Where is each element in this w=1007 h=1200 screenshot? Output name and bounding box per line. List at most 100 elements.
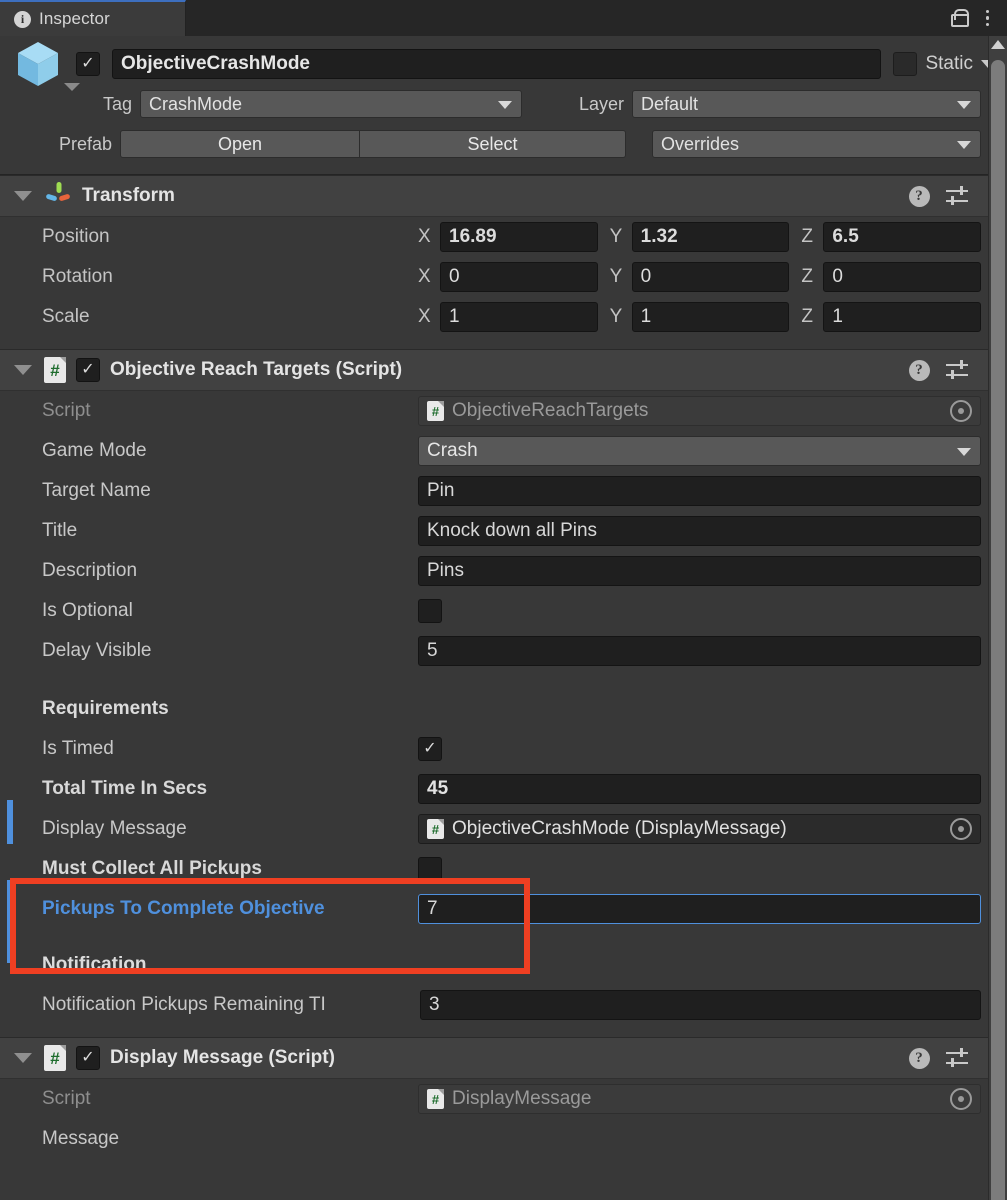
display-message-script-title: Display Message (Script) <box>110 1047 335 1068</box>
requirements-header: Requirements <box>42 698 169 719</box>
info-icon: i <box>14 10 31 28</box>
row-target-name: Target Name Pin <box>0 471 1007 511</box>
object-picker-icon[interactable] <box>950 1088 972 1110</box>
component-header-display-message[interactable]: # ✓ Display Message (Script) ? <box>0 1037 1007 1079</box>
target-name-label: Target Name <box>42 480 151 501</box>
gameobject-icon-wrap[interactable] <box>0 40 80 91</box>
objective-script-enabled-checkbox[interactable]: ✓ <box>76 358 100 382</box>
display-message-script-enabled-checkbox[interactable]: ✓ <box>76 1046 100 1070</box>
scale-x-input[interactable]: 1 <box>440 302 598 332</box>
display-message-header-actions: ? <box>908 1047 996 1069</box>
position-x-input[interactable]: 16.89 <box>440 222 598 252</box>
script-value: ObjectiveReachTargets <box>452 400 649 421</box>
transform-position-row: Position X 16.89 Y 1.32 Z 6.5 <box>0 217 1007 257</box>
row-is-timed: Is Timed ✓ <box>0 729 1007 769</box>
tab-inspector[interactable]: i Inspector <box>0 0 186 36</box>
rotation-y-input[interactable]: 0 <box>631 262 790 292</box>
target-name-input[interactable]: Pin <box>418 476 981 506</box>
layer-label: Layer <box>578 93 624 114</box>
cube-icon <box>15 40 61 88</box>
csharp-script-icon: # <box>44 357 66 383</box>
total-time-input[interactable]: 45 <box>418 774 981 804</box>
scrollbar-thumb[interactable] <box>991 60 1005 1200</box>
foldout-triangle-icon[interactable] <box>14 1053 32 1063</box>
position-y-input[interactable]: 1.32 <box>631 222 790 252</box>
lock-icon[interactable] <box>950 9 969 27</box>
row-is-optional: Is Optional ✓ <box>0 591 1007 631</box>
game-mode-label: Game Mode <box>42 440 147 461</box>
gameobject-enabled-checkbox[interactable]: ✓ <box>76 52 100 76</box>
transform-scale-row: Scale X 1 Y 1 Z 1 <box>0 297 1007 337</box>
must-collect-label: Must Collect All Pickups <box>42 858 262 879</box>
prefab-overrides-value: Overrides <box>661 133 740 154</box>
prefab-open-button[interactable]: Open <box>120 130 360 158</box>
object-picker-icon[interactable] <box>950 818 972 840</box>
delay-visible-input[interactable]: 5 <box>418 636 981 666</box>
description-label: Description <box>42 560 138 581</box>
gameobject-name-field[interactable]: ObjectiveCrashMode <box>112 49 882 79</box>
position-z-input[interactable]: 6.5 <box>823 222 982 252</box>
scale-y-input[interactable]: 1 <box>631 302 790 332</box>
csharp-script-icon: # <box>427 1089 444 1109</box>
row-title: Title Knock down all Pins <box>0 511 1007 551</box>
axis-x-label: X <box>418 306 431 327</box>
scroll-up-arrow-icon[interactable] <box>991 40 1005 49</box>
row-delay-visible: Delay Visible 5 <box>0 631 1007 671</box>
notification-pickups-input[interactable]: 3 <box>420 990 981 1020</box>
preset-settings-icon[interactable] <box>945 1048 968 1068</box>
pickups-to-complete-input[interactable]: 7 <box>418 894 981 924</box>
display-message-script-objectfield: # DisplayMessage <box>418 1084 981 1114</box>
description-input[interactable]: Pins <box>418 556 981 586</box>
kebab-menu-icon[interactable] <box>982 8 994 29</box>
chevron-down-icon[interactable] <box>64 83 80 91</box>
vertical-scrollbar[interactable] <box>988 36 1007 1200</box>
axis-z-label: Z <box>801 226 813 247</box>
preset-settings-icon[interactable] <box>945 186 968 206</box>
display-message-body: Script # DisplayMessage Message <box>0 1079 1007 1159</box>
chevron-down-icon <box>957 141 971 149</box>
transform-body: Position X 16.89 Y 1.32 Z 6.5 Rotation X… <box>0 217 1007 349</box>
title-input[interactable]: Knock down all Pins <box>418 516 981 546</box>
row-pickups-to-complete: Pickups To Complete Objective 7 <box>0 889 1007 929</box>
delay-visible-label: Delay Visible <box>42 640 152 661</box>
tag-label: Tag <box>102 93 132 114</box>
help-icon[interactable]: ? <box>908 185 930 207</box>
must-collect-checkbox[interactable]: ✓ <box>418 857 442 881</box>
tag-dropdown[interactable]: CrashMode <box>140 90 522 118</box>
preset-settings-icon[interactable] <box>945 360 968 380</box>
csharp-script-icon: # <box>44 1045 66 1071</box>
chevron-down-icon <box>957 448 971 456</box>
notification-header: Notification <box>42 954 147 975</box>
axis-x-label: X <box>418 266 431 287</box>
prefab-override-marker <box>7 800 13 844</box>
game-mode-dropdown[interactable]: Crash <box>418 436 981 466</box>
component-header-transform[interactable]: Transform ? <box>0 175 1007 217</box>
prefab-select-button[interactable]: Select <box>360 130 626 158</box>
foldout-triangle-icon[interactable] <box>14 365 32 375</box>
transform-axis-icon <box>44 180 72 213</box>
row-display-message-script: Script # DisplayMessage <box>0 1079 1007 1119</box>
prefab-overrides-dropdown[interactable]: Overrides <box>652 130 981 158</box>
gameobject-name-value: ObjectiveCrashMode <box>121 53 310 74</box>
foldout-triangle-icon[interactable] <box>14 191 32 201</box>
row-game-mode: Game Mode Crash <box>0 431 1007 471</box>
help-icon[interactable]: ? <box>908 1047 930 1069</box>
display-message-objectfield[interactable]: # ObjectiveCrashMode (DisplayMessage) <box>418 814 981 844</box>
axis-z-label: Z <box>801 306 813 327</box>
layer-dropdown[interactable]: Default <box>632 90 981 118</box>
help-icon[interactable]: ? <box>908 359 930 381</box>
is-optional-checkbox[interactable]: ✓ <box>418 599 442 623</box>
row-script: Script # ObjectiveReachTargets <box>0 391 1007 431</box>
component-header-objective-reach-targets[interactable]: # ✓ Objective Reach Targets (Script) ? <box>0 349 1007 391</box>
scale-z-input[interactable]: 1 <box>823 302 982 332</box>
row-message: Message <box>0 1119 1007 1159</box>
is-timed-label: Is Timed <box>42 738 114 759</box>
object-picker-icon[interactable] <box>950 400 972 422</box>
static-checkbox[interactable]: ✓ <box>893 52 918 76</box>
tabbar-actions <box>950 0 1007 36</box>
objective-script-header-actions: ? <box>908 359 996 381</box>
is-timed-checkbox[interactable]: ✓ <box>418 737 442 761</box>
pickups-to-complete-label: Pickups To Complete Objective <box>42 898 325 919</box>
rotation-z-input[interactable]: 0 <box>823 262 982 292</box>
rotation-x-input[interactable]: 0 <box>440 262 598 292</box>
